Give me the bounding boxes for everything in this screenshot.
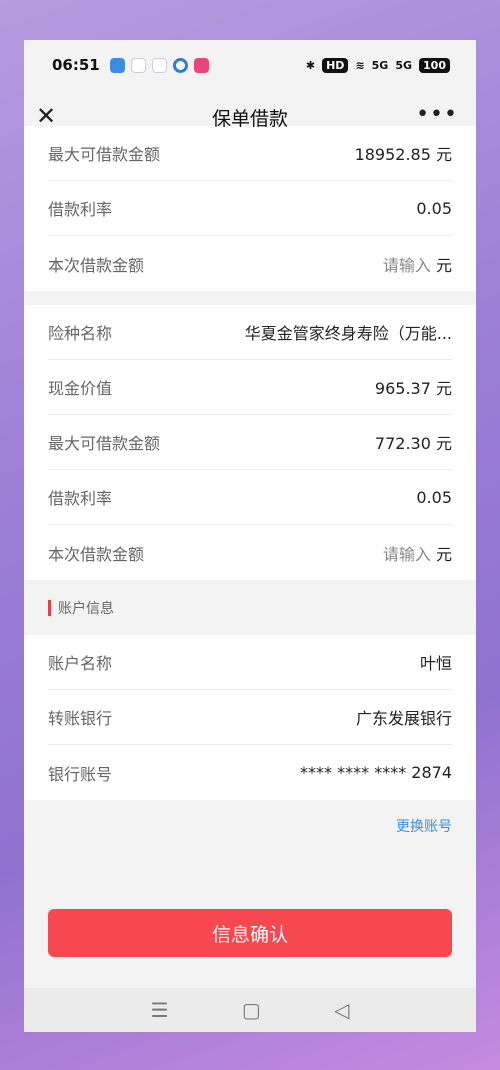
unit: 元	[435, 544, 452, 564]
row-value: 叶恒	[419, 654, 452, 673]
bluetooth-icon: ✱	[305, 58, 316, 72]
change-account-link[interactable]: 更换账号	[396, 819, 452, 835]
row-label: 借款利率	[48, 489, 113, 508]
wifi-icon: ≋	[355, 58, 365, 72]
status-bar: 06:51 ✱ HD ≋ 5G 5G 100	[24, 40, 476, 90]
hd-icon: HD	[322, 57, 349, 73]
section-header: 账户信息	[24, 580, 476, 635]
baidu-app-icon	[130, 57, 146, 73]
confirm-button[interactable]: 信息确认	[48, 909, 452, 957]
row-value: 772.30 元	[374, 434, 452, 453]
row-label: 银行账号	[48, 764, 113, 784]
account-card: 账户名称 叶恒 转账银行 广东发展银行 银行账号 **** **** **** 287…	[24, 635, 476, 800]
back-icon[interactable]: ◁	[334, 998, 349, 1022]
info-row: 现金价值 965.37 元	[48, 360, 452, 415]
signal-icon: 5G	[395, 58, 413, 72]
row-value: 0.05	[416, 198, 452, 218]
section-title: 账户信息	[58, 600, 114, 617]
info-row: 账户名称 叶恒	[48, 635, 452, 690]
policy-card-1: 最大可借款金额 18952.85 元 借款利率 0.05 本次借款金额 请输入 元	[24, 126, 476, 291]
info-row: 借款利率 0.05	[48, 181, 452, 236]
home-icon[interactable]: ▢	[242, 998, 261, 1022]
row-label: 借款利率	[48, 200, 113, 219]
row-label: 现金价值	[48, 379, 113, 398]
phone-screen: 06:51 ✱ HD ≋ 5G 5G 100 ✕ 保单借款 ••• 最大可借款金…	[24, 40, 476, 1032]
info-row: 险种名称 华夏金管家终身寿险（万能...	[48, 305, 452, 360]
amount-placeholder[interactable]: 请输入	[383, 545, 431, 564]
row-label: 最大可借款金额	[48, 434, 161, 453]
row-value: 广东发展银行	[355, 709, 452, 728]
row-label: 本次借款金额	[48, 544, 145, 564]
info-row: 银行账号 **** **** **** 2874	[48, 745, 452, 800]
loan-amount-input[interactable]: 本次借款金额 请输入 元	[48, 525, 452, 580]
row-value: 0.05	[416, 487, 452, 507]
more-icon[interactable]: •••	[416, 102, 458, 127]
browser-app-icon	[172, 57, 188, 73]
amount-placeholder[interactable]: 请输入	[383, 256, 431, 275]
info-row: 最大可借款金额 772.30 元	[48, 415, 452, 470]
info-row: 借款利率 0.05	[48, 470, 452, 525]
info-row: 转账银行 广东发展银行	[48, 690, 452, 745]
nav-bar: ✕ 保单借款 •••	[24, 90, 476, 145]
page-title: 保单借款	[211, 108, 288, 130]
signal-icon: 5G	[371, 58, 389, 72]
row-label: 险种名称	[48, 324, 113, 343]
policy-card-2: 险种名称 华夏金管家终身寿险（万能... 现金价值 965.37 元 最大可借款金额…	[24, 305, 476, 580]
unit: 元	[435, 255, 452, 275]
weather-app-icon	[109, 57, 125, 73]
row-value: 华夏金管家终身寿险（万能...	[244, 324, 452, 343]
loan-amount-input[interactable]: 本次借款金额 请输入 元	[48, 236, 452, 291]
row-label: 本次借款金额	[48, 255, 145, 275]
battery-icon: 100	[419, 57, 450, 73]
shopping-app-icon	[193, 57, 209, 73]
menu-icon[interactable]: ☰	[151, 998, 169, 1022]
row-value: **** **** **** 2874	[300, 763, 452, 782]
system-nav-bar: ☰ ▢ ◁	[24, 988, 476, 1032]
row-label: 转账银行	[48, 709, 113, 728]
status-time: 06:51	[52, 56, 100, 74]
row-label: 账户名称	[48, 654, 113, 673]
message-app-icon	[151, 57, 167, 73]
row-value: 965.37 元	[374, 379, 452, 398]
close-icon[interactable]: ✕	[36, 102, 56, 130]
